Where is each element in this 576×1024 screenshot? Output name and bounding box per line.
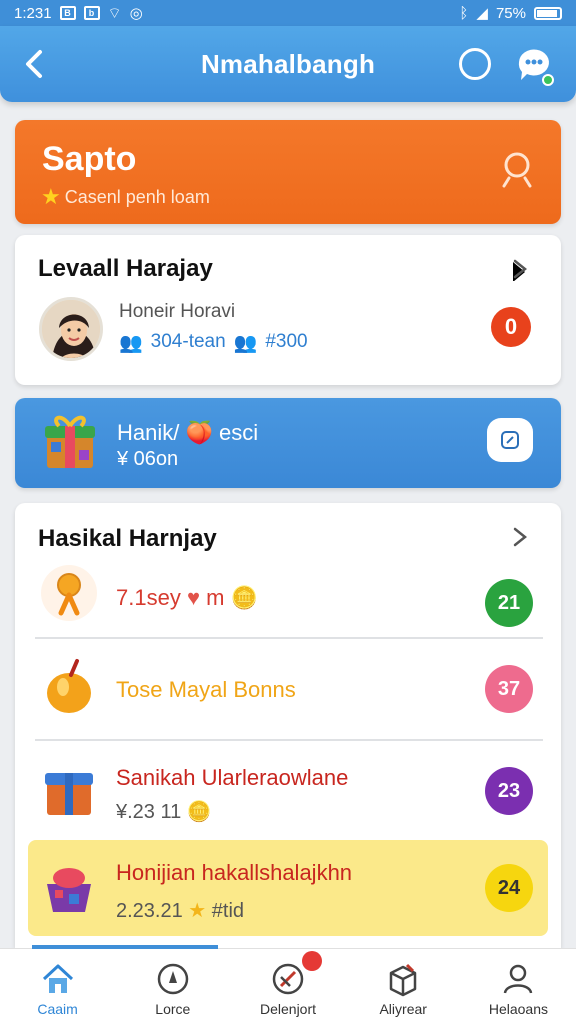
status-bar: 1:231 B b ⌔ ◎ ᛒ ◢ 75% <box>0 0 576 26</box>
notification-icon: b <box>83 6 100 20</box>
edit-icon <box>501 431 519 449</box>
user-icon <box>504 964 533 994</box>
info-button[interactable] <box>459 48 491 80</box>
coins-icon: 🪙 <box>230 585 258 610</box>
notification-dot <box>302 951 323 971</box>
page-title: Nmahalbangh <box>200 48 376 79</box>
bluetooth-icon: ᛒ <box>459 4 469 22</box>
promo-line-2: ¥ 06on <box>117 448 179 470</box>
list-item-badge: 37 <box>485 665 533 713</box>
bottom-nav: Caaim Lorce Delenjort Aliyrear Helaoans <box>0 945 576 1024</box>
list-item-title-text: 7.1sey <box>116 585 181 610</box>
list-item[interactable]: 7.1sey ♥ m 🪙 21 <box>15 553 561 649</box>
fruit-icon <box>47 659 91 713</box>
list-item-title: 7.1sey ♥ m 🪙 <box>116 585 258 611</box>
list-item-title: Sanikah Ularleraowlane <box>116 765 349 790</box>
divider <box>35 637 543 639</box>
chat-button[interactable] <box>513 44 555 86</box>
nav-label: Delenjort <box>259 1001 317 1017</box>
list-card: Hasikal Harnjay 7.1sey ♥ m 🪙 21 Tose May… <box>15 503 561 948</box>
avatar-image <box>42 300 100 358</box>
list-item[interactable]: Honijian hakallshalajkhn 2.23.21 ★ #tid … <box>15 840 561 936</box>
profile-heading: Levaall Harajay <box>38 255 213 282</box>
hero-card[interactable]: Sapto ★ Casenl penh loam <box>15 120 561 224</box>
profile-name: Honeir Horavi <box>119 301 236 322</box>
home-icon <box>42 964 73 993</box>
back-button[interactable] <box>20 46 50 82</box>
battery-percent: 75% <box>495 4 526 22</box>
nav-label: Lorce <box>155 1001 191 1017</box>
avatar[interactable] <box>39 297 103 361</box>
promo-action-button[interactable] <box>487 418 533 462</box>
star-icon: ★ <box>188 900 207 922</box>
compass-icon <box>157 963 189 995</box>
star-icon: ★ <box>41 184 61 209</box>
list-item-subtitle-text: 2.23.21 <box>116 900 183 922</box>
profile-stat-2: #300 <box>265 331 308 352</box>
app-bar: Nmahalbangh <box>0 26 576 102</box>
box-icon <box>389 963 417 997</box>
people-icon: 👥 <box>233 333 258 354</box>
chevron-right-icon[interactable] <box>507 255 533 281</box>
key-icon <box>41 565 97 621</box>
status-time: 1:231 <box>14 4 52 22</box>
list-item-badge: 21 <box>485 579 533 627</box>
gift-box-icon <box>45 773 93 815</box>
tag-icon <box>272 963 304 995</box>
profile-stats: 👥 304-tean 👥 #300 <box>119 331 308 355</box>
battery-icon <box>534 6 562 20</box>
divider <box>35 739 543 741</box>
list-item-title: Tose Mayal Bonns <box>116 677 296 702</box>
list-item-subtitle: 2.23.21 ★ #tid <box>116 898 244 923</box>
list-item-subtitle: ¥.23 11 🪙 <box>116 799 212 824</box>
people-icon: 👥 <box>119 333 143 354</box>
list-item-title-suffix: m <box>206 585 225 610</box>
list-item-badge: 23 <box>485 767 533 815</box>
list-item-title: Honijian hakallshalajkhn <box>116 860 353 885</box>
heart-icon: ♥ <box>186 585 201 610</box>
list-item-subtitle-text: ¥.23 11 <box>116 801 182 823</box>
profile-stat-1: 304-tean <box>150 331 226 352</box>
list-heading: Hasikal Harnjay <box>38 525 217 552</box>
chat-icon <box>518 49 554 86</box>
profile-badge-button[interactable]: 0 <box>491 307 531 347</box>
hero-title: Sapto <box>42 140 137 178</box>
nav-item-profile[interactable]: Helaoans <box>461 949 576 1024</box>
list-item-subtitle-suffix: #tid <box>211 900 245 922</box>
wifi-icon: ⌔ <box>107 4 122 22</box>
nav-label: Helaoans <box>488 1001 548 1017</box>
list-item[interactable]: Tose Mayal Bonns 37 <box>15 641 561 737</box>
notification-icon: B <box>59 6 76 20</box>
promo-line-1: Hanik/ 🍑 esci <box>117 420 259 445</box>
promo-card[interactable]: Hanik/ 🍑 esci ¥ 06on <box>15 398 561 488</box>
nav-label: Aliyrear <box>379 1001 427 1017</box>
coins-icon: 🪙 <box>186 801 212 823</box>
hero-subtitle: ★ Casenl penh loam <box>41 184 210 210</box>
nav-item-lorce[interactable]: Lorce <box>115 949 230 1024</box>
shopping-basket-icon <box>47 868 91 912</box>
signal-icon: ◢ <box>476 5 488 22</box>
list-item[interactable]: Sanikah Ularleraowlane ¥.23 11 🪙 23 <box>15 743 561 839</box>
sync-icon: ◎ <box>129 5 143 22</box>
nav-item-home[interactable]: Caaim <box>0 949 115 1024</box>
list-item-badge: 24 <box>485 864 533 912</box>
chevron-right-icon[interactable] <box>507 523 533 549</box>
gift-box-icon <box>45 415 95 468</box>
nav-item-delenjort[interactable]: Delenjort <box>230 949 345 1024</box>
search-icon <box>502 152 532 188</box>
hero-subtitle-text: Casenl penh loam <box>64 186 210 207</box>
nav-item-aliyrear[interactable]: Aliyrear <box>346 949 461 1024</box>
nav-label: Caaim <box>37 1001 78 1017</box>
chevron-left-icon <box>26 50 42 78</box>
profile-card[interactable]: Levaall Harajay Honeir Horavi 👥 304-tean… <box>15 235 561 385</box>
search-button[interactable] <box>499 148 541 190</box>
